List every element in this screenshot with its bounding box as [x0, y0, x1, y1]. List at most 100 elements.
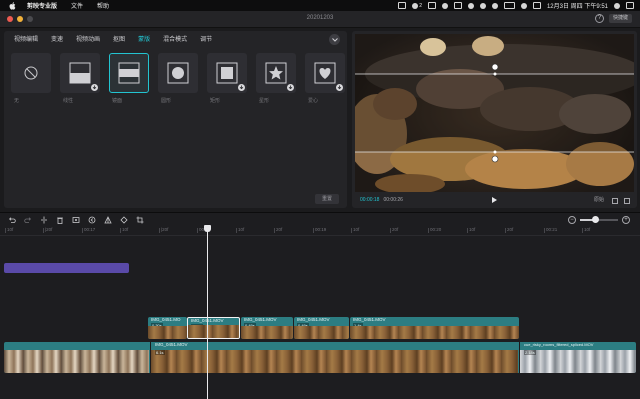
app-menu[interactable]: 剪映专业版	[27, 1, 57, 10]
tab-video-animation[interactable]: 视频动画	[76, 35, 100, 45]
ratio-select[interactable]: 原始	[594, 196, 604, 203]
mask-circle[interactable]: 圆形	[158, 53, 198, 104]
collapse-panel-button[interactable]	[329, 34, 340, 45]
ruler-tick: 00:17	[81, 227, 96, 233]
reset-button[interactable]: 重置	[315, 194, 339, 204]
control-center-icon[interactable]	[532, 2, 541, 9]
delete-icon[interactable]	[56, 216, 64, 224]
menu-file[interactable]: 文件	[71, 1, 83, 10]
overlay-clip[interactable]: IMG_0451.MOV 0.49s	[294, 317, 349, 339]
play-icon[interactable]	[490, 196, 498, 204]
siri-icon[interactable]	[614, 2, 620, 9]
help-button[interactable]: ?	[594, 14, 604, 23]
mask-thumb[interactable]	[60, 53, 100, 93]
dropbox-icon[interactable]	[441, 2, 448, 9]
overlay-clip[interactable]: IMG_0451.MOV 0.49s	[241, 317, 293, 339]
clip-duration: 2.18s	[524, 350, 536, 355]
mask-thumb[interactable]	[11, 53, 51, 93]
overlay-clip[interactable]: IMG_0451.MOV 1.4s	[350, 317, 519, 339]
menu-help[interactable]: 帮助	[97, 1, 109, 10]
time-ruler[interactable]: 10f |20f 00:17 10f |20f 00:18 10f 20f 00…	[0, 226, 640, 236]
reverse-icon[interactable]	[88, 216, 96, 224]
chevron-down-icon	[331, 37, 338, 42]
tab-speed[interactable]: 变速	[51, 35, 63, 45]
ruler-tick: 10f	[350, 227, 360, 233]
main-clip[interactable]: IMG_0451.MOV 6.1s	[150, 342, 518, 373]
tab-blend-mode[interactable]: 混合模式	[163, 35, 187, 45]
mask-none[interactable]: 无	[11, 53, 51, 104]
clip-thumbnails	[520, 350, 636, 373]
zoom-out-icon[interactable]: −	[568, 216, 576, 224]
audio-clip[interactable]	[4, 263, 129, 273]
mask-thumb[interactable]	[305, 53, 345, 93]
battery-icon[interactable]	[503, 2, 515, 9]
zoom-in-icon[interactable]: +	[622, 216, 630, 224]
playhead[interactable]	[204, 225, 211, 399]
menubar-clock[interactable]: 12月3日 周四 下午9:51	[547, 1, 608, 10]
main-video-track[interactable]: IMG_0451.MOV 6.1s cue_risky_rooms_filter…	[4, 342, 636, 373]
playhead-handle[interactable]	[204, 225, 211, 232]
mask-heart[interactable]: 爱心	[305, 53, 345, 104]
preview-player: 00:00:18 00:00:26 原始	[352, 31, 637, 208]
mask-star[interactable]: 星形	[256, 53, 296, 104]
mask-label: 圆形	[161, 98, 172, 104]
mask-thumb[interactable]	[207, 53, 247, 93]
volume-icon[interactable]	[479, 2, 486, 9]
timeline-panel: − + 10f |20f 00:17 10f |20f 00:18 10f 20…	[0, 212, 640, 399]
download-icon[interactable]	[287, 84, 294, 91]
clip-thumbnails	[4, 350, 149, 373]
ruler-tick: 00:21	[543, 227, 558, 233]
tab-mask[interactable]: 蒙版	[138, 35, 150, 45]
display-icon[interactable]	[453, 2, 462, 9]
zoom-knob[interactable]	[592, 216, 599, 223]
overlay-clip-selected[interactable]: IMG_0451.MOV 0.49s	[187, 317, 240, 339]
mask-rectangle[interactable]: 矩形	[207, 53, 247, 104]
mail-icon[interactable]	[427, 2, 436, 9]
clip-duration: 6.1s	[155, 350, 165, 355]
zoom-slider[interactable]	[580, 216, 618, 223]
bluetooth-icon[interactable]	[467, 2, 474, 9]
mask-thumb[interactable]	[109, 53, 149, 93]
wechat-status[interactable]: 2	[412, 2, 422, 9]
main-clip[interactable]: cue_risky_rooms_filtered_spliced.MOV 2.1…	[519, 342, 636, 373]
tab-video-edit[interactable]: 视频编辑	[14, 35, 38, 45]
zoom-control: − +	[568, 216, 630, 224]
preview-canvas[interactable]	[355, 34, 634, 192]
download-icon[interactable]	[91, 84, 98, 91]
tab-cutout[interactable]: 抠图	[113, 35, 125, 45]
download-icon[interactable]	[238, 84, 245, 91]
mirror-mask-icon	[118, 62, 140, 84]
mask-thumb[interactable]	[256, 53, 296, 93]
download-icon[interactable]	[336, 84, 343, 91]
ruler-tick: 10f	[4, 227, 14, 233]
freeze-frame-icon[interactable]	[72, 216, 80, 224]
grill-food-image	[355, 34, 634, 192]
split-icon[interactable]	[40, 216, 48, 224]
clip-name: IMG_0451.MO	[151, 317, 181, 322]
mask-linear[interactable]: 线性	[60, 53, 100, 104]
undo-icon[interactable]	[8, 216, 16, 224]
redo-icon[interactable]	[24, 216, 32, 224]
mask-thumb[interactable]	[158, 53, 198, 93]
total-time: 00:00:26	[383, 197, 403, 203]
tab-adjust[interactable]: 调节	[200, 35, 212, 45]
main-clip[interactable]	[4, 342, 149, 373]
fullscreen-icon[interactable]	[624, 198, 630, 204]
screen-record-icon[interactable]	[398, 2, 407, 9]
rotate-icon[interactable]	[120, 216, 128, 224]
notification-icon[interactable]	[626, 2, 634, 9]
mask-mirror[interactable]: 镜面	[109, 53, 149, 104]
clip-thumbnails	[188, 325, 239, 338]
apple-icon[interactable]	[9, 1, 17, 10]
crop-icon[interactable]	[136, 216, 144, 224]
mask-label: 镜面	[112, 98, 123, 104]
ruler-tick: 10f	[466, 227, 476, 233]
overlay-clip[interactable]: IMG_0451.MO 0.30s	[148, 317, 187, 339]
wifi-icon[interactable]	[491, 2, 498, 9]
mirror-icon[interactable]	[104, 216, 112, 224]
mask-label: 爱心	[308, 98, 319, 104]
ruler-tick: 10f	[119, 227, 129, 233]
crop-ratio-icon[interactable]	[612, 198, 618, 204]
search-icon[interactable]	[520, 2, 527, 9]
shortcut-button[interactable]: 快捷键	[608, 14, 632, 23]
